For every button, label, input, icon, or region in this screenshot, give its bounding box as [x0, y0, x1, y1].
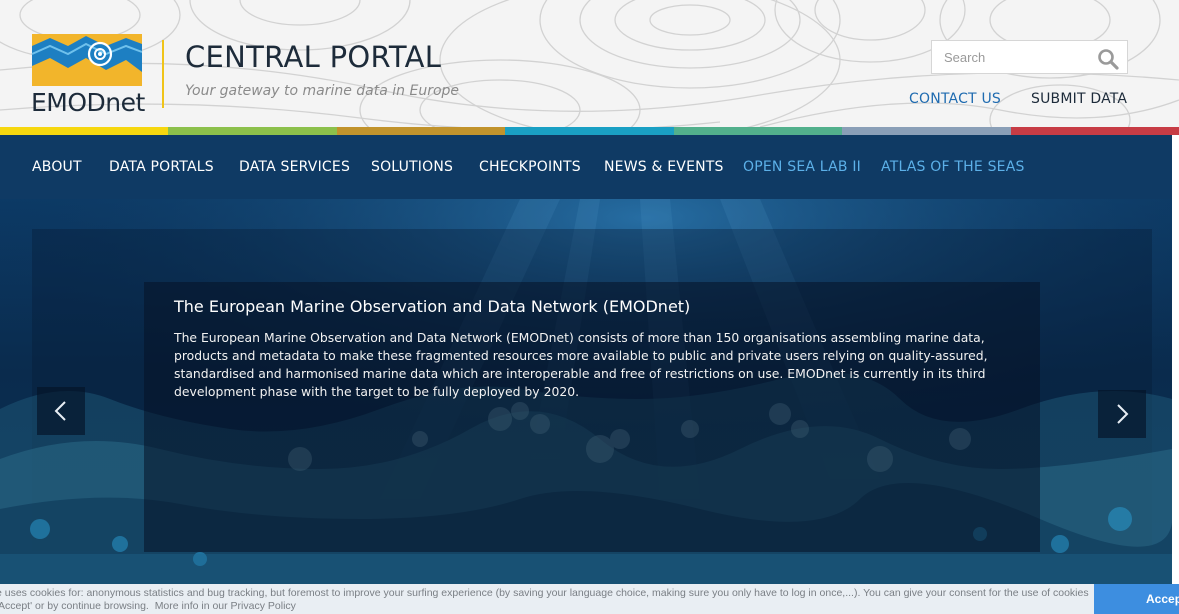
search-input[interactable]	[932, 41, 1092, 73]
color-stripe	[673, 127, 843, 135]
color-stripe	[336, 127, 506, 135]
nav-item-about[interactable]: ABOUT	[32, 135, 82, 199]
page-title: CENTRAL PORTAL	[185, 40, 442, 74]
color-stripe-bar	[0, 127, 1179, 135]
carousel-next-button[interactable]	[1098, 390, 1146, 438]
logo-divider	[162, 40, 164, 108]
hero-description: The European Marine Observation and Data…	[174, 330, 988, 399]
cookie-message: e uses cookies for: anonymous statistics…	[0, 587, 1096, 612]
color-stripe	[842, 127, 1011, 135]
hero-carousel: The European Marine Observation and Data…	[0, 199, 1172, 584]
accept-cookies-button[interactable]: Accept	[1094, 584, 1179, 614]
cookie-line-1: e uses cookies for: anonymous statistics…	[0, 587, 1089, 599]
site-header: EMODnet CENTRAL PORTAL Your gateway to m…	[0, 0, 1179, 127]
page-tagline: Your gateway to marine data in Europe	[185, 83, 460, 99]
nav-item-data-portals[interactable]: DATA PORTALS	[109, 135, 214, 199]
contact-us-link[interactable]: CONTACT US	[909, 91, 1001, 107]
color-stripe	[0, 127, 169, 135]
color-stripe	[168, 127, 337, 135]
color-stripe	[1010, 127, 1179, 135]
nav-item-open-sea-lab[interactable]: OPEN SEA LAB II	[743, 135, 861, 199]
nav-item-solutions[interactable]: SOLUTIONS	[371, 135, 453, 199]
color-stripe	[505, 127, 674, 135]
chevron-right-icon	[1117, 404, 1129, 424]
nav-item-news-events[interactable]: NEWS & EVENTS	[604, 135, 724, 199]
hero-caption: The European Marine Observation and Data…	[144, 282, 1040, 552]
hero-title: The European Marine Observation and Data…	[174, 297, 691, 316]
privacy-policy-link[interactable]: More info in our Privacy Policy	[155, 600, 296, 612]
search-box	[931, 40, 1128, 74]
cookie-line-2: 'Accept' or by continue browsing.	[0, 599, 149, 612]
chevron-left-icon	[54, 401, 66, 421]
search-icon[interactable]	[1097, 48, 1119, 70]
submit-data-link[interactable]: SUBMIT DATA	[1031, 91, 1127, 107]
nav-item-checkpoints[interactable]: CHECKPOINTS	[479, 135, 581, 199]
main-nav: ABOUT DATA PORTALS DATA SERVICES SOLUTIO…	[0, 135, 1172, 199]
logo-wordmark: EMODnet	[31, 88, 145, 117]
carousel-prev-button[interactable]	[37, 387, 85, 435]
nav-item-atlas-of-the-seas[interactable]: ATLAS OF THE SEAS	[881, 135, 1025, 199]
cookie-banner: e uses cookies for: anonymous statistics…	[0, 584, 1179, 614]
nav-item-data-services[interactable]: DATA SERVICES	[239, 135, 350, 199]
